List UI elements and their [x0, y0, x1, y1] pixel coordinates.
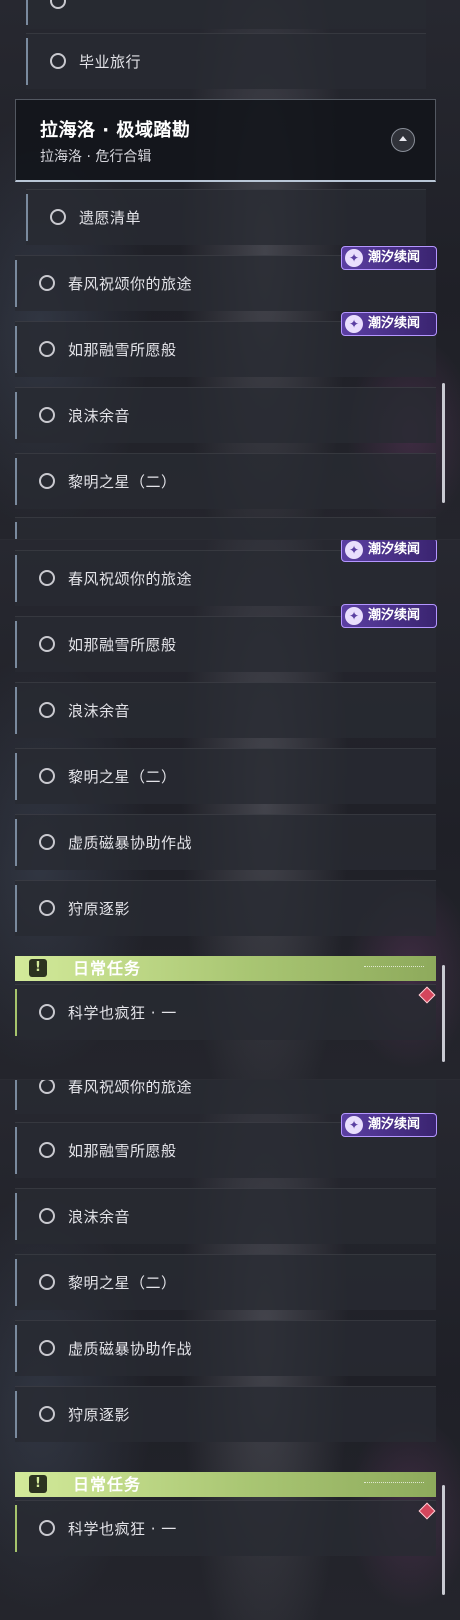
quest-item[interactable]: 黎明之星（二）: [15, 1254, 436, 1310]
badge-label: 潮汐续闻: [368, 608, 421, 623]
daily-quest-item[interactable]: 科学也疯狂 · 一: [15, 1500, 436, 1556]
quest-label: 春风祝颂你的旅途: [68, 1080, 193, 1096]
quest-item[interactable]: 浪沫余音: [15, 387, 436, 443]
sparkle-feather-icon: ✦: [345, 315, 363, 333]
status-circle-icon: [39, 1340, 55, 1356]
quest-item[interactable]: 浪沫余音: [15, 682, 436, 738]
status-circle-icon: [39, 341, 55, 357]
status-circle-icon: [39, 1004, 55, 1020]
status-circle-icon: [39, 570, 55, 586]
quest-label: 毕业旅行: [79, 53, 142, 71]
quest-group-title: 拉海洛 · 极域踏勘: [40, 120, 191, 141]
tide-story-badge: ✦ 潮汐续闻: [341, 540, 437, 562]
quest-label: 如那融雪所愿般: [68, 1142, 177, 1160]
quest-panel-3: 春风祝颂你的旅途 如那融雪所愿般 浪沫余音 黎明之星（二） 虚质磁暴协助作战 狩…: [0, 1080, 460, 1620]
tide-story-badge: ✦ 潮汐续闻: [341, 312, 437, 336]
status-circle-icon: [39, 1406, 55, 1422]
status-circle-icon: [50, 53, 66, 69]
daily-quests-title: 日常任务: [73, 1475, 142, 1494]
status-circle-icon: [39, 834, 55, 850]
status-circle-icon: [39, 900, 55, 916]
quest-label: 科学也疯狂 · 一: [68, 1004, 177, 1022]
daily-quests-title: 日常任务: [73, 959, 142, 978]
quest-item[interactable]: 狩原逐影: [15, 1386, 436, 1442]
status-circle-icon: [39, 1080, 55, 1094]
quest-item[interactable]: 浪沫余音: [15, 1188, 436, 1244]
badge-label: 潮汐续闻: [368, 250, 421, 265]
badge-label: 潮汐续闻: [368, 1117, 421, 1132]
alert-icon: !: [29, 959, 47, 977]
scrollbar-thumb[interactable]: [442, 383, 445, 503]
sparkle-feather-icon: ✦: [345, 541, 363, 559]
status-circle-icon: [39, 407, 55, 423]
status-circle-icon: [39, 702, 55, 718]
quest-label: 如那融雪所愿般: [68, 636, 177, 654]
status-circle-icon: [39, 768, 55, 784]
quest-label: 黎明之星（二）: [68, 473, 177, 491]
daily-quest-item[interactable]: 科学也疯狂 · 一: [15, 984, 436, 1040]
quest-item[interactable]: 狩原逐影: [15, 880, 436, 936]
expanded-quest-header[interactable]: 拉海洛 · 极域踏勘 拉海洛 · 危行合辑: [15, 99, 436, 182]
status-circle-icon: [39, 636, 55, 652]
quest-item-partial[interactable]: [15, 517, 436, 540]
quest-group-subtitle: 拉海洛 · 危行合辑: [40, 149, 152, 165]
quest-label: 黎明之星（二）: [68, 1274, 177, 1292]
status-circle-icon: [39, 1274, 55, 1290]
quest-label: 黎明之星（二）: [68, 768, 177, 786]
quest-label: 狩原逐影: [68, 1406, 131, 1424]
quest-item[interactable]: 虚质磁暴协助作战: [15, 814, 436, 870]
quest-item[interactable]: 黎明之星（二）: [15, 748, 436, 804]
quest-panel-2: 春风祝颂你的旅途 如那融雪所愿般 浪沫余音 黎明之星（二） 虚质磁暴协助作战 狩…: [0, 540, 460, 1080]
tide-story-badge: ✦ 潮汐续闻: [341, 604, 437, 628]
quest-label: 狩原逐影: [68, 900, 131, 918]
daily-quests-header[interactable]: ! 日常任务: [15, 1472, 436, 1497]
quest-label: 春风祝颂你的旅途: [68, 570, 193, 588]
decorative-marker: [364, 1482, 424, 1487]
scrollbar-thumb[interactable]: [442, 965, 445, 1062]
sparkle-feather-icon: ✦: [345, 249, 363, 267]
alert-icon: !: [29, 1475, 47, 1493]
quest-label: 浪沫余音: [68, 407, 131, 425]
sparkle-feather-icon: ✦: [345, 1116, 363, 1134]
quest-label: 如那融雪所愿般: [68, 341, 177, 359]
tide-story-badge: ✦ 潮汐续闻: [341, 246, 437, 270]
quest-item[interactable]: 毕业旅行: [26, 33, 426, 89]
badge-label: 潮汐续闻: [368, 316, 421, 331]
quest-item[interactable]: 春风祝颂你的旅途: [15, 1080, 436, 1114]
quest-label: 春风祝颂你的旅途: [68, 275, 193, 293]
quest-item[interactable]: 虚质磁暴协助作战: [15, 1320, 436, 1376]
scrollbar-thumb[interactable]: [442, 1485, 445, 1595]
quest-label: 虚质磁暴协助作战: [68, 1340, 193, 1358]
tide-story-badge: ✦ 潮汐续闻: [341, 1113, 437, 1137]
quest-label: 遗愿清单: [79, 209, 142, 227]
quest-label: 科学也疯狂 · 一: [68, 1520, 177, 1538]
decorative-marker: [364, 966, 424, 971]
status-circle-icon: [50, 209, 66, 225]
status-circle-icon: [39, 1520, 55, 1536]
badge-label: 潮汐续闻: [368, 542, 421, 557]
status-circle-icon: [39, 473, 55, 489]
sparkle-feather-icon: ✦: [345, 607, 363, 625]
collapse-icon[interactable]: [391, 128, 415, 152]
quest-label: 虚质磁暴协助作战: [68, 834, 193, 852]
status-circle-icon: [39, 1142, 55, 1158]
quest-item[interactable]: 黎明之星（二）: [15, 453, 436, 509]
status-circle-icon: [50, 0, 66, 9]
quest-item[interactable]: 遗愿清单: [26, 189, 426, 245]
quest-item-partial[interactable]: [26, 0, 426, 29]
quest-label: 浪沫余音: [68, 702, 131, 720]
quest-label: 浪沫余音: [68, 1208, 131, 1226]
status-circle-icon: [39, 275, 55, 291]
quest-panel-1: 毕业旅行 拉海洛 · 极域踏勘 拉海洛 · 危行合辑 遗愿清单 春风祝颂你的旅途…: [0, 0, 460, 540]
status-circle-icon: [39, 1208, 55, 1224]
daily-quests-header[interactable]: ! 日常任务: [15, 956, 436, 981]
